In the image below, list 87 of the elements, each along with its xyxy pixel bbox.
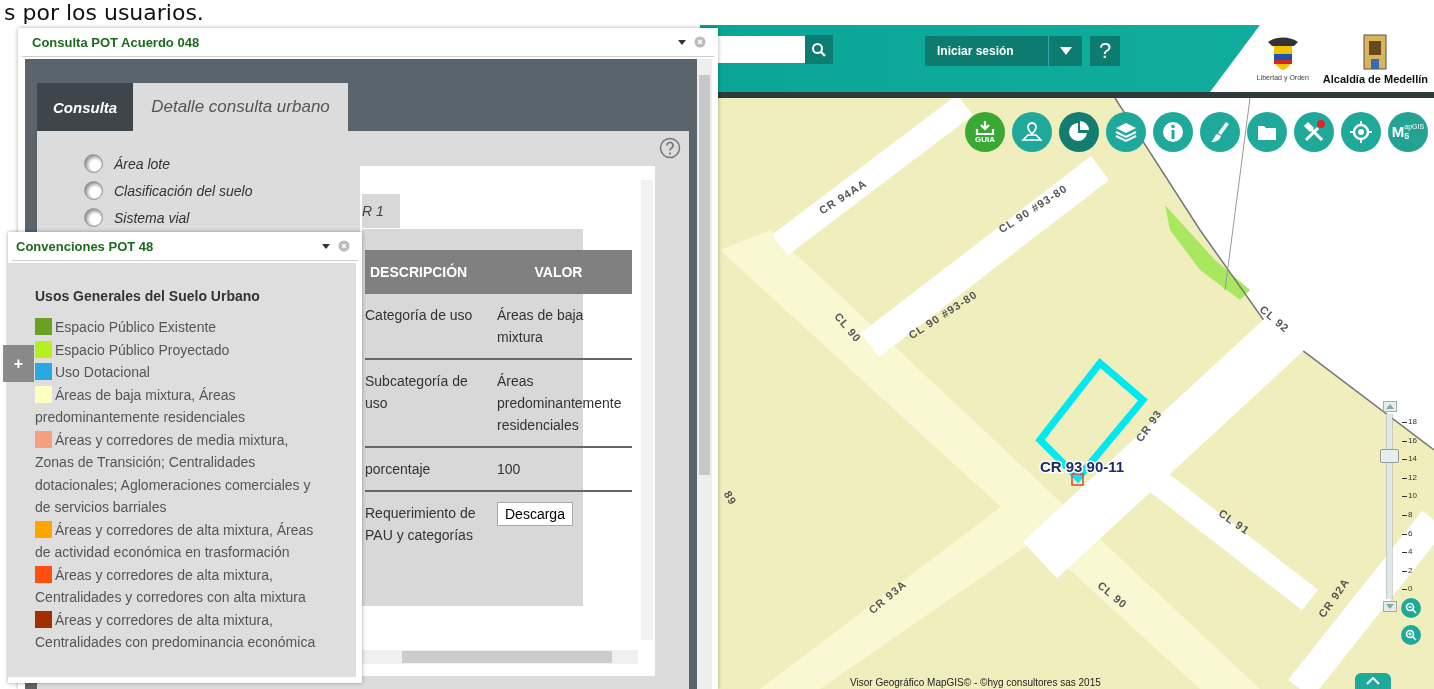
caret-icon [1059,47,1072,55]
arrow-down-icon [1385,604,1394,609]
legend-label: Áreas y corredores de alta mixtura, Centralidades y corredores con alta mixtura [35,566,306,605]
tab[interactable]: Detalle consulta urbano [133,83,348,131]
expand-button[interactable]: + [3,345,34,382]
zoom-tick-label: 12 [1402,468,1417,488]
castle-icon [1362,32,1389,71]
search-icon [811,41,827,58]
chevron-up-icon [1366,677,1380,685]
zoom-tick-label: 2 [1402,561,1417,581]
column-header: VALOR [481,250,632,294]
attribution-text: Visor Geográfico MapGIS© - ©hyg consultores sas 2015 [850,677,1101,689]
search-button[interactable] [805,35,833,64]
table-cell: 100 [481,447,632,491]
zoom-tick-label: 8 [1402,505,1417,525]
layers-icon [1114,120,1138,144]
street-label: CL 92 [1257,303,1292,335]
brush-icon [1208,120,1232,144]
slide-caption: s por los usuarios. [3,0,205,25]
pie-icon [1067,120,1091,144]
table-cell: Subcategoría de uso [365,359,481,447]
street-label: CL 90 [1095,579,1130,611]
table-cell: Categoría de uso [365,294,481,359]
close-icon[interactable] [694,36,706,48]
zoom-down-button[interactable] [1382,601,1397,612]
legend-label: Espacio Público Proyectado [55,341,230,358]
download-icon [975,120,995,135]
radio-option[interactable]: Sistema vial [84,208,360,227]
legend-label: Áreas y corredores de media mixtura, Zonas de Transición; Centralidades dotacionales; Aglomeraciones comerciales y de servicios barriales [35,431,311,515]
window-title: Consulta POT Acuerdo 048 [32,34,201,50]
window-title: Convenciones POT 48 [16,238,155,254]
legend-label: Áreas y corredores de alta mixtura, Áreas de actividad económica en trasformación [35,521,314,560]
search-field[interactable] [718,36,805,63]
magnifier-minus-icon [1405,602,1417,614]
street-label: CL 91 [1216,506,1252,537]
column-header: DESCRIPCIÓN [365,250,481,294]
street-label: 89 [721,488,740,508]
caret-icon[interactable] [678,39,686,45]
legend-label: Uso Dotacional [55,364,150,380]
zoom-tick-label: 16 [1402,431,1417,451]
zoom-tick-label: 18 [1402,413,1417,432]
scrollbar[interactable] [697,59,712,689]
zoom-tick-label: 6 [1402,524,1417,544]
dropdown-button[interactable] [1048,36,1082,66]
radio-button[interactable] [84,154,103,173]
radio-button[interactable] [84,181,103,200]
magnifier-plus-icon [1405,629,1417,641]
arrow-up-icon [1385,404,1394,409]
scrollbar[interactable] [362,650,638,664]
zoom-tick-label: 10 [1402,487,1417,506]
street-label: CR 93A [866,577,909,617]
city-name: Alcaldía de Medellín [1322,72,1428,85]
location-marker [1071,473,1084,486]
slider-thumb[interactable] [1380,449,1399,463]
download-button[interactable]: Descarga [497,502,573,526]
info-icon [1161,120,1185,144]
close-icon[interactable] [338,240,350,252]
option-label: Sistema vial [114,209,190,226]
zoom-tick-label: 4 [1402,543,1417,562]
zoom-tick-label: 14 [1402,450,1417,469]
table-cell: porcentaje [365,447,481,491]
legend-heading: Usos Generales del Suelo Urbano [35,287,261,306]
street-label: CL 90 [832,310,864,345]
tools-icon [1302,120,1326,144]
result-tab[interactable]: R 1 [362,194,400,228]
radio-option[interactable]: Área lote [84,154,360,173]
login-button[interactable]: Iniciar sesión [925,36,1048,66]
tab[interactable]: Consulta [37,83,134,131]
collapse-button[interactable] [1355,673,1391,689]
help-icon[interactable] [659,137,681,159]
pin-icon [1020,120,1044,144]
target-icon [1349,120,1373,144]
option-label: Clasificación del suelo [114,182,253,199]
radio-button[interactable] [84,208,103,227]
radio-option[interactable]: Clasificación del suelo [84,181,360,200]
help-button[interactable]: ? [1090,36,1120,66]
zoom-tick-label: 0 [1402,580,1417,599]
legend-label: Áreas de baja mixtura, Áreas predominantemente residenciales [35,386,246,425]
table-cell: Áreas predominantemente residenciales [481,359,632,447]
zoom-up-button[interactable] [1382,401,1397,412]
legend-label: Espacio Público Existente [55,319,217,335]
table-cell: Requerimiento de PAU y categorías [365,491,481,556]
street-label: CR 93 [1133,407,1164,444]
caret-icon[interactable] [322,243,330,249]
option-label: Área lote [114,155,171,172]
table-cell: Áreas de baja mixtura [481,294,632,359]
legend-label: Áreas y corredores de alta mixtura, Centralidades con predominancia económica [35,611,316,650]
